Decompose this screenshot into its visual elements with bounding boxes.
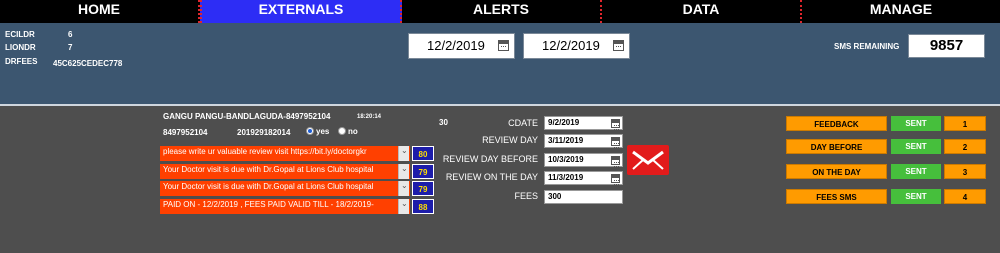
nav-alerts[interactable]: ALERTS	[402, 0, 602, 23]
calendar-icon[interactable]	[611, 137, 620, 148]
sms-remaining-label: SMS REMAINING	[834, 42, 900, 51]
to-date-input[interactable]: 12/2/2019	[523, 33, 630, 59]
sent-status-2: SENT	[891, 139, 941, 154]
review-on-value: 11/3/2019	[548, 173, 584, 182]
calendar-icon[interactable]	[611, 174, 620, 185]
liondr-label: LIONDR	[5, 43, 36, 52]
review-before-input[interactable]: 10/3/2019	[544, 153, 623, 167]
review-day-label: REVIEW DAY	[482, 135, 538, 145]
ecildr-label: ECILDR	[5, 30, 35, 39]
review-day-value: 3/11/2019	[548, 136, 584, 145]
review-on-label: REVIEW ON THE DAY	[445, 172, 538, 182]
patient-name-line: GANGU PANGU-BANDLAGUDA-8497952104	[163, 112, 331, 121]
nav-data[interactable]: DATA	[602, 0, 802, 23]
fees-value: 300	[548, 192, 562, 201]
sent-status-1: SENT	[891, 116, 941, 131]
patient-id: 201929182014	[237, 128, 291, 137]
action-number-4: 4	[944, 189, 986, 204]
day-before-button[interactable]: DAY BEFORE	[786, 139, 887, 154]
sent-status-4: SENT	[891, 189, 941, 204]
no-label: no	[348, 127, 358, 136]
from-date-input[interactable]: 12/2/2019	[408, 33, 515, 59]
send-mail-button[interactable]	[627, 145, 669, 175]
cdate-label: CDATE	[508, 118, 538, 128]
drfees-label: DRFEES	[5, 57, 38, 66]
patient-phone: 8497952104	[163, 128, 208, 137]
fees-label: FEES	[514, 191, 538, 201]
review-day-input[interactable]: 3/11/2019	[544, 134, 623, 148]
patient-time: 18:20:14	[357, 114, 382, 120]
message-select-4[interactable]: PAID ON - 12/2/2019 , FEES PAID VALID TI…	[160, 199, 410, 214]
drfees-value: 45C625CEDEC778	[53, 59, 123, 68]
liondr-value: 7	[68, 43, 73, 52]
feedback-button[interactable]: FEEDBACK	[786, 116, 887, 131]
no-radio[interactable]	[338, 127, 346, 135]
calendar-icon[interactable]	[611, 156, 620, 167]
top-nav: HOME EXTERNALS ALERTS DATA MANAGE	[0, 0, 1000, 23]
nav-home[interactable]: HOME	[0, 0, 200, 23]
review-on-input[interactable]: 11/3/2019	[544, 171, 623, 185]
yes-radio[interactable]	[306, 127, 314, 135]
calendar-icon[interactable]	[611, 119, 620, 130]
action-number-1: 1	[944, 116, 986, 131]
cdate-input[interactable]: 9/2/2019	[544, 116, 623, 130]
fees-sms-button[interactable]: FEES SMS	[786, 189, 887, 204]
yes-label: yes	[316, 127, 330, 136]
message-select-2[interactable]: Your Doctor visit is due with Dr.Gopal a…	[160, 164, 410, 179]
cdate-value: 9/2/2019	[548, 118, 580, 127]
message-select-1[interactable]: please write ur valuable review visit ht…	[160, 146, 410, 161]
ecildr-value: 6	[68, 30, 73, 39]
calendar-icon[interactable]	[498, 40, 509, 51]
envelope-icon	[632, 150, 664, 170]
nav-externals[interactable]: EXTERNALS	[200, 0, 402, 23]
from-date-value: 12/2/2019	[427, 38, 485, 53]
review-before-value: 10/3/2019	[548, 155, 584, 164]
action-number-2: 2	[944, 139, 986, 154]
sms-remaining-value: 9857	[908, 34, 985, 58]
on-the-day-button[interactable]: ON THE DAY	[786, 164, 887, 179]
nav-manage[interactable]: MANAGE	[802, 0, 1000, 23]
to-date-value: 12/2/2019	[542, 38, 600, 53]
fees-input[interactable]: 300	[544, 190, 623, 204]
sent-status-3: SENT	[891, 164, 941, 179]
review-before-label: REVIEW DAY BEFORE	[442, 154, 538, 164]
message-select-3[interactable]: Your Doctor visit is due with Dr.Gopal a…	[160, 181, 410, 196]
calendar-icon[interactable]	[613, 40, 624, 51]
message-count-4: 88	[412, 199, 434, 214]
action-number-3: 3	[944, 164, 986, 179]
header-band: ECILDR 6 LIONDR 7 DRFEES 45C625CEDEC778 …	[0, 23, 1000, 106]
chevron-down-icon[interactable]	[398, 199, 409, 214]
